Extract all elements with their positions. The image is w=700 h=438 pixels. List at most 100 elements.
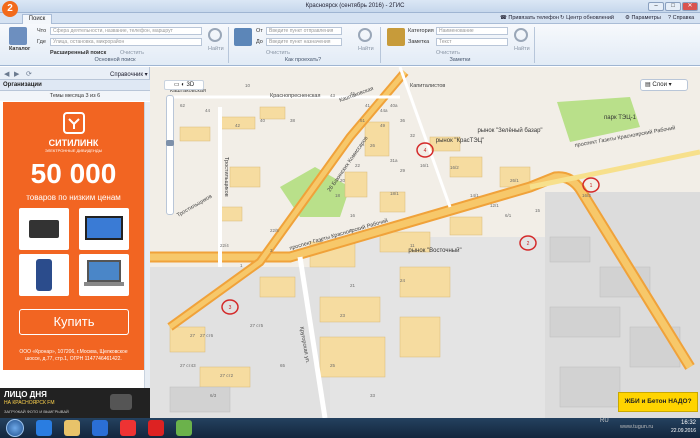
app-logo[interactable]: 2 — [2, 1, 18, 17]
find-button[interactable]: Найти — [208, 46, 224, 52]
buy-button[interactable]: Купить — [19, 309, 129, 335]
route-clear-button[interactable]: Очистить — [266, 50, 290, 56]
house-number: 10 — [245, 83, 251, 88]
house-number: 44 — [205, 108, 211, 113]
marker-label: 3 — [229, 305, 232, 311]
house-number: 15 — [535, 208, 541, 213]
to-label: До — [256, 39, 263, 45]
what-label: Что — [37, 28, 47, 34]
house-number: 65 — [280, 363, 286, 368]
map-canvas[interactable]: 1 2 3 4 проспект Газеты Красноярский Раб… — [150, 67, 700, 418]
house-number: 45 — [350, 91, 356, 96]
house-number: 12/1 — [490, 203, 499, 208]
house-number: 25 — [330, 363, 336, 368]
route-icon[interactable] — [234, 28, 252, 46]
back-arrow-icon[interactable]: ◀ — [4, 70, 9, 78]
note-search-icon[interactable] — [514, 28, 528, 42]
directory-dropdown[interactable]: Справочник ▾ — [110, 71, 148, 78]
tab-search[interactable]: Поиск — [22, 14, 52, 24]
route-search-icon[interactable] — [358, 28, 372, 42]
organizations-header: Организации — [0, 80, 150, 91]
note-input[interactable]: Текст — [436, 38, 508, 46]
route-find-button[interactable]: Найти — [358, 46, 374, 52]
ie-icon[interactable] — [36, 420, 52, 436]
laptop-image — [79, 254, 129, 296]
help-link[interactable]: ? Справка — [668, 15, 694, 21]
house-number: 16 — [350, 213, 356, 218]
house-number: 32 — [410, 133, 416, 138]
2gis-icon[interactable] — [176, 420, 192, 436]
where-input[interactable]: Улица, остановка, микрорайон — [50, 38, 202, 46]
promo-banner[interactable]: ЛИЦО ДНЯ НА КРАСНОЯРСК FM ЗАГРУЖАЙ ФОТО … — [0, 388, 150, 418]
house-number: 51 — [360, 118, 366, 123]
map-view[interactable]: 1 2 3 4 проспект Газеты Красноярский Раб… — [150, 67, 700, 418]
advanced-search-button[interactable]: Расширенный поиск — [50, 50, 106, 56]
category-label: Категория — [408, 28, 434, 34]
catalog-icon[interactable] — [9, 27, 27, 45]
house-number: 33 — [370, 393, 376, 398]
watermark: www.tugun.ru — [620, 424, 654, 430]
map-ad-banner[interactable]: ЖБИ и Бетон НАДО? — [618, 392, 698, 412]
group-title-notes: Заметки — [449, 57, 471, 63]
house-number: 40a — [390, 103, 398, 108]
explorer-icon[interactable] — [64, 420, 80, 436]
search-icon[interactable] — [208, 28, 222, 42]
house-number: 23 — [340, 313, 346, 318]
zoom-slider[interactable] — [166, 95, 174, 215]
zoom-handle[interactable] — [166, 140, 174, 146]
house-number: 49 — [380, 123, 386, 128]
browser-icon[interactable] — [148, 420, 164, 436]
house-number: 6/3 — [210, 393, 217, 398]
advertisement[interactable]: СИТИЛИНК ЭЛЕКТРОННЫЕ ДИВИДЕНДЫ 50 000 то… — [3, 102, 144, 370]
phone-icon: ☎ — [500, 15, 507, 21]
banner-subtitle: НА КРАСНОЯРСК FM — [4, 400, 55, 406]
to-input[interactable]: Введите пункт назначения — [266, 38, 342, 46]
settings-link[interactable]: ⚙ Параметры — [625, 15, 661, 21]
notes-icon[interactable] — [387, 28, 405, 46]
house-number: 18/1 — [390, 191, 399, 196]
house-number: 42 — [235, 123, 241, 128]
minimize-button[interactable]: – — [648, 2, 664, 11]
refresh-icon[interactable]: ⟳ — [26, 70, 32, 78]
tv-image — [79, 208, 129, 250]
note-clear-button[interactable]: Очистить — [436, 50, 460, 56]
maximize-button[interactable]: □ — [665, 2, 681, 11]
banner-tagline: ЗАГРУЖАЙ ФОТО И ВЫИГРЫВАЙ — [4, 409, 69, 414]
start-button[interactable] — [6, 419, 24, 437]
street-label: Краснопресненская — [270, 93, 320, 99]
layers-icon: ▤ — [645, 82, 651, 88]
ad-legal-text: ООО «Кронар», 107206, г.Москва, Щелковск… — [19, 349, 128, 362]
link-phone-link[interactable]: ☎ Привязать телефон — [500, 15, 559, 21]
compass-icon[interactable]: ◐ — [181, 82, 185, 88]
yandex-icon[interactable] — [120, 420, 136, 436]
house-number: 18 — [335, 193, 341, 198]
note-find-button[interactable]: Найти — [514, 46, 530, 52]
house-number: 40 — [260, 118, 266, 123]
catalog-button[interactable]: Каталог — [9, 46, 30, 52]
category-input[interactable]: Наименование — [436, 27, 508, 35]
house-number: 20 — [340, 178, 346, 183]
view-mode-toggle[interactable]: ▭ ◐ 3D — [164, 80, 204, 90]
house-number: 21 — [350, 283, 356, 288]
forward-arrow-icon[interactable]: ▶ — [14, 70, 19, 78]
from-input[interactable]: Введите пункт отправления — [266, 27, 342, 35]
house-number: 22 — [355, 163, 361, 168]
language-indicator[interactable]: RU — [600, 418, 609, 424]
update-center-link[interactable]: ↻ Центр обновлений — [560, 15, 614, 21]
marker-label: 1 — [590, 183, 593, 189]
close-button[interactable]: ✕ — [682, 2, 698, 11]
word-icon[interactable] — [92, 420, 108, 436]
where-label: Где — [37, 39, 46, 45]
house-number: 24 — [400, 278, 406, 283]
clear-search-button[interactable]: Очистить — [120, 50, 144, 56]
house-number: 43 — [330, 93, 336, 98]
group-title-main-search: Основной поиск — [94, 57, 136, 63]
what-input[interactable]: Сфера деятельности, название, телефон, м… — [50, 27, 202, 35]
house-number: 62 — [180, 103, 186, 108]
banner-title: ЛИЦО ДНЯ — [4, 390, 47, 399]
gear-icon: ⚙ — [625, 15, 630, 21]
house-number: 44a — [380, 108, 388, 113]
ruler-icon[interactable]: ▭ — [174, 82, 180, 88]
layers-button[interactable]: ▤ Слои ▾ — [640, 79, 688, 91]
house-number: 16/1 — [420, 163, 429, 168]
